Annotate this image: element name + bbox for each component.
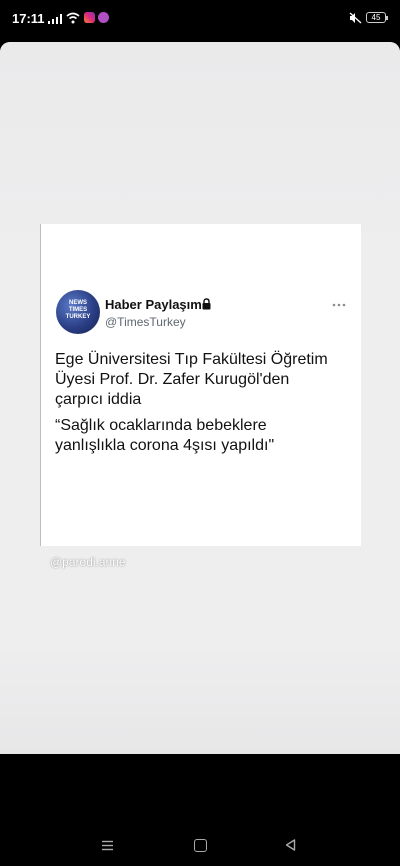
tweet-card[interactable]: NEWS TIMES TURKEY Haber Paylaşım @TimesT… bbox=[40, 224, 361, 546]
bottom-fade bbox=[0, 644, 400, 754]
avatar[interactable]: NEWS TIMES TURKEY bbox=[56, 290, 100, 334]
handle[interactable]: @TimesTurkey bbox=[105, 315, 186, 329]
tweet-text: Ege Üniversitesi Tıp Fakültesi Öğretim Ü… bbox=[55, 350, 355, 456]
display-name[interactable]: Haber Paylaşım bbox=[105, 297, 202, 312]
instagram-icon bbox=[84, 12, 95, 23]
mute-icon bbox=[349, 12, 362, 24]
watermark: @parodi.anne bbox=[50, 555, 126, 569]
navigation-bar bbox=[0, 826, 400, 866]
wifi-icon bbox=[66, 12, 80, 24]
tweet-text-line: çarpıcı iddia bbox=[55, 391, 142, 408]
tweet-text-line: Ege Üniversitesi Tıp Fakültesi Öğretim bbox=[55, 351, 328, 368]
menu-icon[interactable] bbox=[101, 840, 114, 851]
avatar-logo-text: NEWS TIMES TURKEY bbox=[65, 300, 91, 320]
home-icon[interactable] bbox=[194, 839, 207, 852]
story-background bbox=[0, 42, 400, 232]
story-frame[interactable]: NEWS TIMES TURKEY Haber Paylaşım @TimesT… bbox=[0, 42, 400, 754]
tweet-quote-line: yanlışlıkla corona 4şısı yapıldı" bbox=[55, 437, 275, 454]
tweet-text-line: Üyesi Prof. Dr. Zafer Kurugöl'den bbox=[55, 371, 290, 388]
signal-icon bbox=[48, 14, 62, 24]
tweet-quote-line: “Sağlık ocaklarında bebeklere bbox=[55, 417, 267, 434]
battery-icon: 45 bbox=[366, 12, 388, 23]
lock-icon bbox=[202, 298, 211, 310]
more-options-icon[interactable] bbox=[332, 303, 346, 307]
app-icon bbox=[98, 12, 109, 23]
status-bar: 17:11 45 bbox=[0, 0, 400, 36]
back-icon[interactable] bbox=[285, 839, 296, 851]
status-time: 17:11 bbox=[12, 11, 45, 26]
